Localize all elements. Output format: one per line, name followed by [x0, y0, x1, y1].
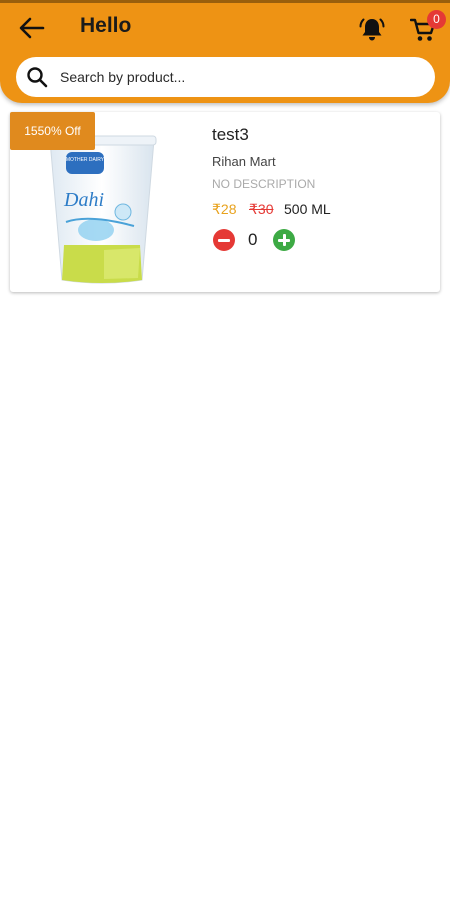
product-store: Rihan Mart [212, 154, 276, 169]
product-price: ₹28 [212, 201, 237, 217]
product-name[interactable]: test3 [212, 125, 249, 145]
bell-ring-icon[interactable] [358, 15, 386, 43]
product-description: NO DESCRIPTION [212, 177, 316, 191]
search-input[interactable] [60, 57, 420, 97]
search-bar[interactable] [16, 57, 435, 97]
product-brand-text: MOTHER DAIRY [66, 157, 105, 163]
app-header: Hello 0 [0, 0, 450, 103]
page-title: Hello [80, 14, 132, 37]
arrow-left-icon[interactable] [19, 17, 45, 39]
product-unit: 500 ML [284, 201, 331, 217]
product-image-name-text: Dahi [63, 189, 104, 211]
discount-badge: 1550% Off [10, 112, 95, 150]
quantity-decrease-button[interactable] [213, 229, 235, 251]
product-original-price: ₹30 [249, 201, 274, 217]
product-image: MOTHER DAIRY Dahi [47, 135, 157, 284]
search-icon [27, 67, 48, 88]
quantity-value: 0 [248, 230, 258, 249]
cart-count-badge: 0 [427, 10, 446, 29]
quantity-increase-button[interactable] [273, 229, 295, 251]
